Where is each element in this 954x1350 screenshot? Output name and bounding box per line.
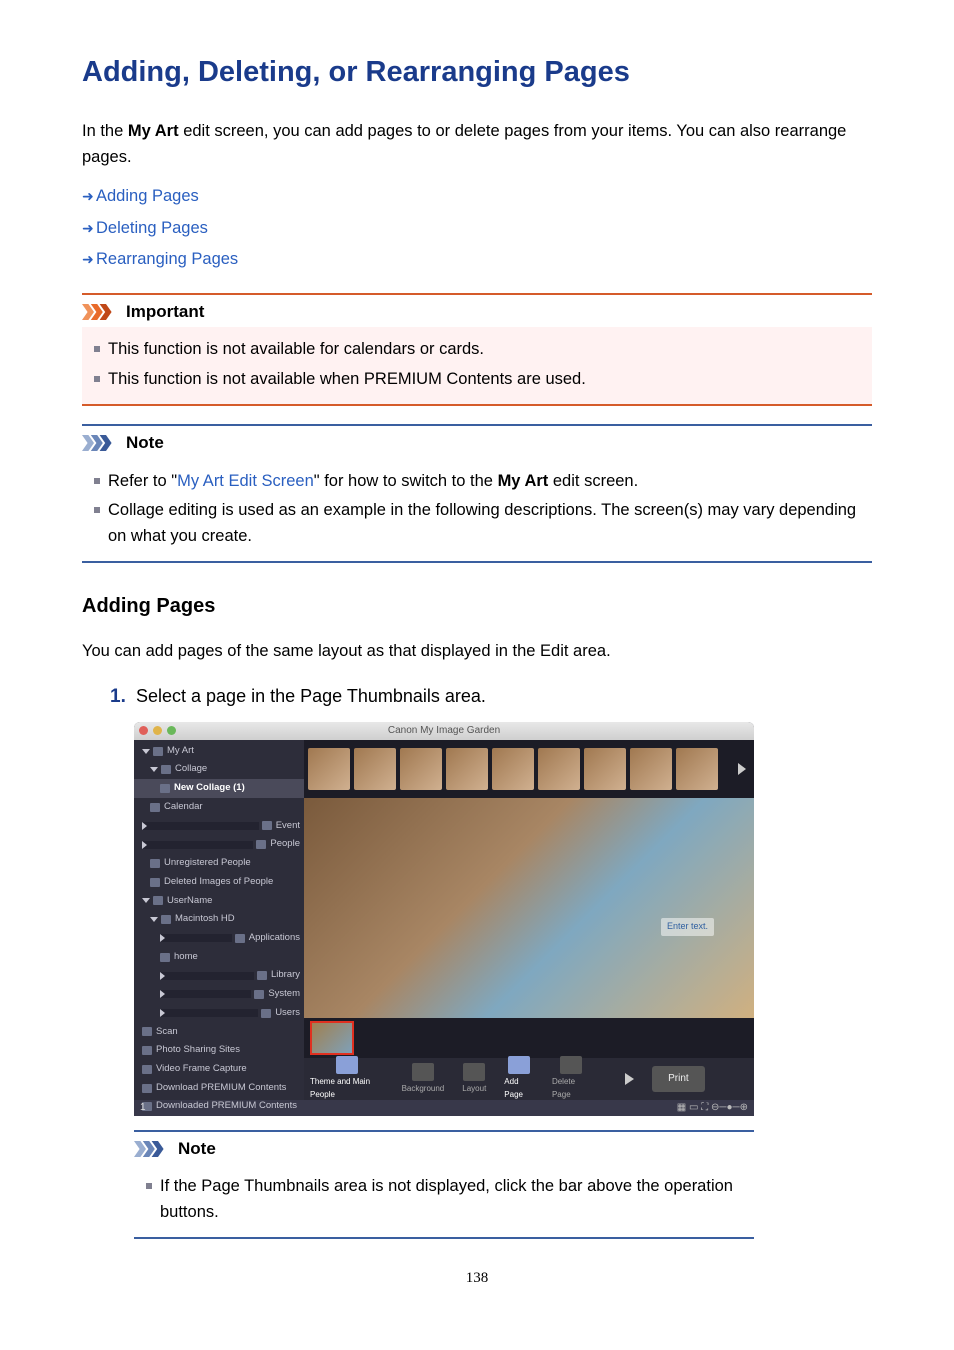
- tree-apps: Applications: [249, 931, 300, 946]
- intro-pre: In the: [82, 122, 128, 140]
- anchor-nav: ➜ Adding Pages ➜ Deleting Pages ➜ Rearra…: [82, 184, 872, 273]
- tree-people: People: [270, 837, 300, 852]
- tree-dl-premium: Download PREMIUM Contents: [156, 1081, 286, 1096]
- image-thumbnail-strip: [304, 740, 754, 798]
- page-thumbnail-selected: [310, 1021, 354, 1055]
- screenshot-illustration: Canon My Image Garden My Art Collage New…: [134, 722, 754, 1116]
- chevrons-icon: [134, 1140, 174, 1158]
- note-text: Refer to ": [108, 472, 177, 490]
- arrow-right-icon: ➜: [82, 218, 96, 240]
- note-bold: My Art: [498, 472, 549, 490]
- tree-library: Library: [271, 968, 300, 983]
- sidebar-tree: My Art Collage New Collage (1) Calendar …: [134, 740, 304, 1100]
- play-icon: [625, 1073, 634, 1085]
- tree-users: Users: [275, 1006, 300, 1021]
- window-title: Canon My Image Garden: [134, 723, 754, 739]
- intro-bold: My Art: [128, 122, 179, 140]
- tree-my-art: My Art: [167, 744, 194, 759]
- edit-area: Enter text.: [304, 798, 754, 1018]
- operation-toolbar: Theme and Main People Background Layout …: [304, 1058, 754, 1100]
- print-button: Print: [652, 1066, 705, 1092]
- page-number: 138: [82, 1267, 872, 1290]
- tool-theme: Theme and Main People: [310, 1076, 384, 1101]
- chevrons-icon: [82, 303, 122, 321]
- important-title: Important: [126, 299, 204, 325]
- step-text: Select a page in the Page Thumbnails are…: [136, 683, 486, 711]
- step-number: 1.: [110, 682, 136, 711]
- tree-vfc: Video Frame Capture: [156, 1062, 247, 1077]
- tree-home: home: [174, 950, 198, 965]
- status-icons: ▦ ▭ ⛶ ⊖─●─⊕: [677, 1100, 748, 1116]
- note-callout: Note If the Page Thumbnails area is not …: [134, 1130, 754, 1239]
- link-rearranging-pages[interactable]: Rearranging Pages: [96, 247, 238, 273]
- note-title: Note: [126, 430, 164, 456]
- tree-scan: Scan: [156, 1025, 178, 1040]
- note-callout: Note Refer to "My Art Edit Screen" for h…: [82, 424, 872, 563]
- link-deleting-pages[interactable]: Deleting Pages: [96, 216, 208, 242]
- tree-pss: Photo Sharing Sites: [156, 1043, 240, 1058]
- tree-calendar: Calendar: [164, 800, 203, 815]
- note-item: Collage editing is used as an example in…: [108, 498, 862, 549]
- note-text: edit screen.: [548, 472, 638, 490]
- chevrons-icon: [82, 434, 122, 452]
- tree-system: System: [268, 987, 300, 1002]
- tree-collage: Collage: [175, 762, 207, 777]
- important-item: This function is not available when PREM…: [108, 367, 862, 393]
- tree-unregistered: Unregistered People: [164, 856, 251, 871]
- section-adding-intro: You can add pages of the same layout as …: [82, 639, 872, 665]
- link-my-art-edit-screen[interactable]: My Art Edit Screen: [177, 472, 314, 490]
- chevron-right-icon: [738, 763, 746, 775]
- tool-delete-page: Delete Page: [552, 1076, 589, 1101]
- arrow-right-icon: ➜: [82, 249, 96, 271]
- page-title: Adding, Deleting, or Rearranging Pages: [82, 50, 872, 95]
- intro-post: edit screen, you can add pages to or del…: [82, 122, 846, 166]
- tree-username: UserName: [167, 894, 212, 909]
- step-1: 1. Select a page in the Page Thumbnails …: [110, 682, 872, 711]
- tree-dl-premium-done: Downloaded PREMIUM Contents: [156, 1099, 297, 1114]
- note-item: Refer to "My Art Edit Screen" for how to…: [108, 469, 862, 495]
- page-thumbnails-area: [304, 1018, 754, 1058]
- status-count: 1: [140, 1100, 146, 1116]
- tree-deleted: Deleted Images of People: [164, 875, 273, 890]
- tool-background: Background: [402, 1083, 445, 1095]
- note-text: " for how to switch to the: [314, 472, 498, 490]
- note-title: Note: [178, 1136, 216, 1162]
- tree-event: Event: [276, 819, 300, 834]
- arrow-right-icon: ➜: [82, 186, 96, 208]
- important-callout: Important This function is not available…: [82, 293, 872, 406]
- link-adding-pages[interactable]: Adding Pages: [96, 184, 199, 210]
- tree-mac: Macintosh HD: [175, 912, 235, 927]
- important-item: This function is not available for calen…: [108, 337, 862, 363]
- placeholder-enter-text: Enter text.: [661, 918, 714, 936]
- tool-add-page: Add Page: [504, 1076, 534, 1101]
- tool-layout: Layout: [462, 1083, 486, 1095]
- intro-paragraph: In the My Art edit screen, you can add p…: [82, 119, 872, 170]
- note-item: If the Page Thumbnails area is not displ…: [160, 1174, 744, 1225]
- section-adding-title: Adding Pages: [82, 591, 872, 622]
- tree-new-collage: New Collage (1): [174, 781, 245, 796]
